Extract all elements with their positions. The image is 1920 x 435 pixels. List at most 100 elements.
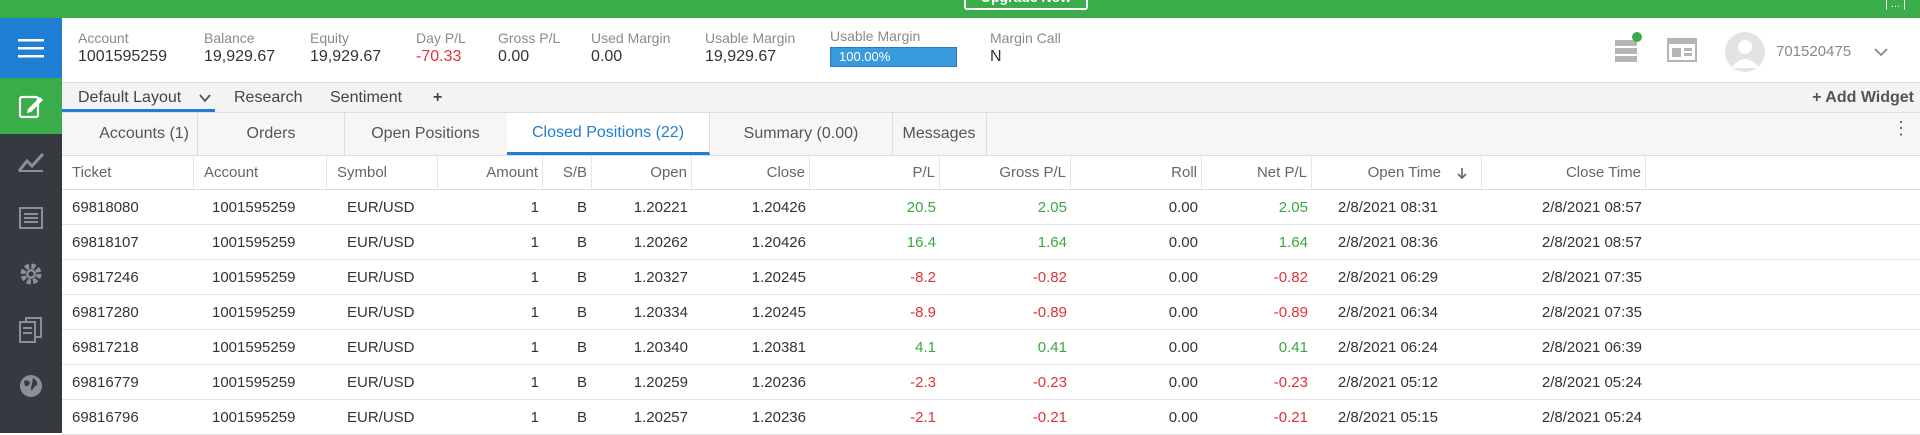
cell-ticket: 69818080 — [72, 199, 139, 216]
top-right-links[interactable]: | ... | — [1885, 0, 1906, 10]
cell-roll: 0.00 — [1168, 374, 1198, 391]
avatar[interactable] — [1725, 32, 1765, 72]
tab-open-positions[interactable]: Open Positions — [344, 113, 508, 155]
edit-note-icon — [18, 95, 43, 119]
table-row[interactable]: 69817280 1001595259 EUR/USD 1 B 1.20334 1.2024… — [62, 295, 1920, 330]
col-header-close-time[interactable]: Close Time — [1482, 156, 1646, 189]
cell-pl: -8.2 — [910, 269, 936, 286]
cell-account: 1001595259 — [212, 339, 296, 356]
table-row[interactable]: 69816796 1001595259 EUR/USD 1 B 1.20257 1.2023… — [62, 400, 1920, 435]
cell-net-pl: 0.41 — [1278, 339, 1308, 356]
arrow-down-icon[interactable] — [1457, 167, 1467, 180]
metric-label: Balance — [204, 30, 255, 46]
col-header-pl[interactable]: P/L — [810, 156, 940, 189]
cell-close: 1.20381 — [751, 339, 806, 356]
hamburger-menu-icon — [18, 39, 44, 58]
cell-open-time: 2/8/2021 08:36 — [1337, 234, 1438, 251]
cell-net-pl: -0.21 — [1273, 409, 1308, 426]
cell-pl: -2.3 — [910, 374, 936, 391]
col-header-close[interactable]: Close — [692, 156, 810, 189]
cell-ticket: 69816779 — [72, 374, 139, 391]
metric-label: Usable Margin — [830, 28, 921, 44]
sidebar-item-reports[interactable] — [0, 302, 62, 358]
sidebar-item-web[interactable] — [0, 358, 62, 414]
add-layout-tab-button[interactable]: + — [433, 83, 442, 112]
table-row[interactable]: 69817218 1001595259 EUR/USD 1 B 1.20340 1.2038… — [62, 330, 1920, 365]
cell-open: 1.20257 — [633, 409, 688, 426]
tab-accounts[interactable]: Accounts (1) — [62, 113, 198, 155]
col-header-symbol[interactable]: Symbol — [327, 156, 438, 189]
cell-gross-pl: -0.89 — [1032, 304, 1067, 321]
table-row[interactable]: 69817246 1001595259 EUR/USD 1 B 1.20327 1.2024… — [62, 260, 1920, 295]
cell-close-time: 2/8/2021 07:35 — [1541, 269, 1642, 286]
tab-research[interactable]: Research — [234, 83, 302, 112]
upgrade-button[interactable]: Upgrade Now — [964, 0, 1088, 10]
gear-icon — [20, 263, 42, 285]
table-header: Ticket Account Symbol Amount S/B Open Cl… — [62, 156, 1920, 190]
col-header-open[interactable]: Open — [592, 156, 692, 189]
tab-summary[interactable]: Summary (0.00) — [710, 113, 893, 155]
cell-open-time: 2/8/2021 06:34 — [1337, 304, 1438, 321]
cell-account: 1001595259 — [212, 304, 296, 321]
cell-account: 1001595259 — [212, 409, 296, 426]
cell-close: 1.20236 — [751, 374, 806, 391]
metric-label: Usable Margin — [705, 30, 796, 46]
tab-sentiment[interactable]: Sentiment — [330, 83, 402, 112]
tab-closed-positions[interactable]: Closed Positions (22) — [507, 113, 710, 155]
cell-open-time: 2/8/2021 06:24 — [1337, 339, 1438, 356]
sidebar-item-lists[interactable] — [0, 190, 62, 246]
metric-balance: Balance 19,929.67 — [204, 30, 275, 67]
cell-symbol: EUR/USD — [347, 339, 415, 356]
table-row[interactable]: 69818080 1001595259 EUR/USD 1 B 1.20221 1.2042… — [62, 190, 1920, 225]
sidebar-item-trading[interactable] — [0, 78, 62, 134]
col-header-ticket[interactable]: Ticket — [62, 156, 194, 189]
server-status-icon[interactable] — [1613, 32, 1643, 62]
cell-account: 1001595259 — [212, 269, 296, 286]
cell-symbol: EUR/USD — [347, 234, 415, 251]
tab-default-layout[interactable]: Default Layout — [62, 83, 215, 112]
cell-ticket: 69818107 — [72, 234, 139, 251]
col-header-gross-pl[interactable]: Gross P/L — [940, 156, 1071, 189]
user-id[interactable]: 701520475 — [1776, 43, 1851, 60]
cell-close: 1.20426 — [751, 199, 806, 216]
metric-label: Gross P/L — [498, 30, 561, 46]
platform-window-icon[interactable] — [1667, 38, 1697, 62]
cell-pl: 20.5 — [906, 199, 936, 216]
cell-open-time: 2/8/2021 08:31 — [1337, 199, 1438, 216]
sidebar-item-settings[interactable] — [0, 246, 62, 302]
widget-tabs-bar: Accounts (1) Orders Open Positions Close… — [62, 113, 1920, 156]
cell-close-time: 2/8/2021 06:39 — [1541, 339, 1642, 356]
menu-button[interactable] — [0, 18, 62, 78]
sidebar-item-charts[interactable] — [0, 134, 62, 190]
col-header-net-pl[interactable]: Net P/L — [1202, 156, 1312, 189]
more-options-icon[interactable]: ⋮ — [1892, 119, 1910, 137]
sidebar — [0, 18, 62, 433]
cell-net-pl: -0.89 — [1273, 304, 1308, 321]
cell-amount: 1 — [530, 234, 539, 251]
metric-value: 0.00 — [498, 48, 530, 65]
table-row[interactable]: 69818107 1001595259 EUR/USD 1 B 1.20262 1.2042… — [62, 225, 1920, 260]
closed-positions-table: 69818080 1001595259 EUR/USD 1 B 1.20221 1.2042… — [62, 190, 1920, 435]
chevron-down-icon[interactable] — [1874, 47, 1888, 57]
cell-close-time: 2/8/2021 08:57 — [1541, 234, 1642, 251]
col-header-amount[interactable]: Amount — [438, 156, 543, 189]
reports-copy-icon — [19, 317, 42, 343]
tab-messages[interactable]: Messages — [892, 113, 987, 155]
col-header-sb[interactable]: S/B — [543, 156, 592, 189]
add-widget-button[interactable]: + Add Widget — [1812, 83, 1914, 112]
table-row[interactable]: 69816779 1001595259 EUR/USD 1 B 1.20259 1.2023… — [62, 365, 1920, 400]
top-banner: Upgrade Now | ... | — [0, 0, 1920, 18]
col-header-roll[interactable]: Roll — [1071, 156, 1202, 189]
chevron-down-icon[interactable] — [199, 94, 211, 103]
tab-orders[interactable]: Orders — [198, 113, 345, 155]
metric-value: -70.33 — [416, 48, 462, 65]
cell-roll: 0.00 — [1168, 339, 1198, 356]
cell-pl: -2.1 — [910, 409, 936, 426]
cell-symbol: EUR/USD — [347, 304, 415, 321]
metric-gross-pl: Gross P/L 0.00 — [498, 30, 560, 67]
cell-gross-pl: 1.64 — [1037, 234, 1067, 251]
col-header-open-time[interactable]: Open Time — [1312, 156, 1482, 189]
col-header-account[interactable]: Account — [194, 156, 327, 189]
cell-roll: 0.00 — [1168, 304, 1198, 321]
cell-amount: 1 — [530, 269, 539, 286]
